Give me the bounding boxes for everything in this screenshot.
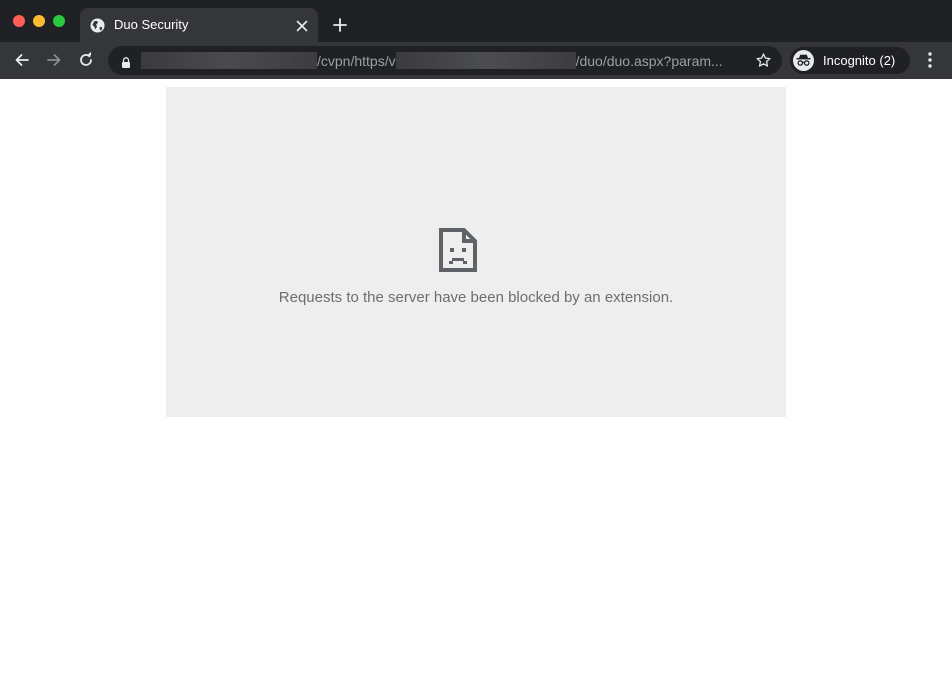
url-segment: /cvpn/https/v	[317, 52, 396, 69]
tab-title: Duo Security	[114, 17, 189, 32]
incognito-label: Incognito (2)	[823, 53, 896, 68]
kebab-menu-icon[interactable]	[922, 51, 938, 69]
sad-document-icon	[439, 228, 477, 272]
new-tab-icon[interactable]	[332, 17, 348, 33]
blocked-frame: Requests to the server have been blocked…	[166, 87, 786, 417]
close-tab-icon[interactable]	[296, 19, 308, 32]
url-segment: /duo/duo.aspx?param...	[575, 52, 723, 69]
reload-icon[interactable]	[77, 51, 95, 69]
error-message: Requests to the server have been blocked…	[278, 289, 674, 306]
forward-arrow-icon[interactable]	[45, 51, 63, 69]
window-minimize-button[interactable]	[33, 15, 45, 27]
incognito-profile-button[interactable]: Incognito (2)	[790, 47, 910, 74]
url-text[interactable]: /cvpn/https/v /duo/duo.aspx?param...	[141, 52, 723, 69]
redacted-block	[395, 52, 576, 69]
browser-toolbar: /cvpn/https/v /duo/duo.aspx?param... Inc…	[0, 42, 952, 79]
incognito-icon	[793, 50, 814, 71]
address-bar[interactable]: /cvpn/https/v /duo/duo.aspx?param...	[108, 46, 782, 75]
redacted-block	[141, 52, 317, 69]
lock-icon[interactable]	[121, 55, 131, 68]
window-close-button[interactable]	[13, 15, 25, 27]
tab-strip: Duo Security	[0, 0, 952, 42]
tab-duo-security[interactable]: Duo Security	[80, 8, 318, 42]
window-maximize-button[interactable]	[53, 15, 65, 27]
bookmark-star-icon[interactable]	[755, 52, 772, 69]
globe-icon	[90, 18, 105, 33]
back-arrow-icon[interactable]	[13, 51, 31, 69]
